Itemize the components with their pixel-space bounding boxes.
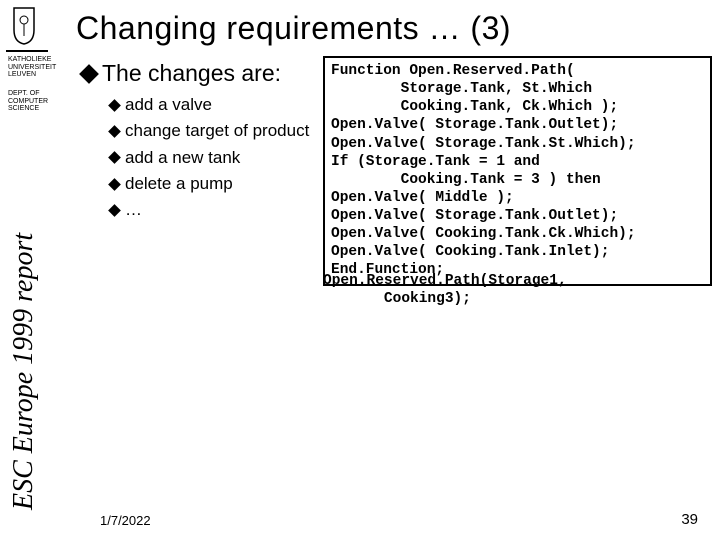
slide: Changing requirements … (3) KATHOLIEKE U… <box>0 0 720 540</box>
slide-title: Changing requirements … (3) <box>76 10 511 47</box>
list-item: … <box>110 197 309 223</box>
code-line: Function Open.Reserved.Path( <box>331 63 575 79</box>
list-item-label: … <box>125 197 142 223</box>
university-crest-icon <box>10 6 38 46</box>
code-line: Open.Valve( Cooking.Tank.Ck.Which); <box>331 226 636 242</box>
code-line: Open.Reserved.Path(Storage1, <box>323 273 567 289</box>
university-label: KATHOLIEKE UNIVERSITEIT LEUVEN <box>8 56 56 79</box>
list-item: change target of product <box>110 118 309 144</box>
diamond-bullet-icon <box>108 178 121 191</box>
code-line: If (Storage.Tank = 1 and <box>331 154 540 170</box>
list-item: delete a pump <box>110 171 309 197</box>
logo-divider <box>6 50 48 52</box>
diamond-bullet-icon <box>79 64 99 84</box>
sidebar-report-label: ESC Europe 1999 report <box>8 233 40 510</box>
diamond-bullet-icon <box>108 125 121 138</box>
footer-date: 1/7/2022 <box>100 513 151 528</box>
list-item-label: add a new tank <box>125 145 240 171</box>
department-label: DEPT. OF COMPUTER SCIENCE <box>8 90 48 113</box>
code-line: Open.Valve( Storage.Tank.Outlet); <box>331 208 618 224</box>
code-block: Function Open.Reserved.Path( Storage.Tan… <box>323 56 712 286</box>
code-line: Cooking.Tank = 3 ) then <box>331 172 601 188</box>
heading-text: The changes are: <box>102 60 281 87</box>
code-line: Open.Valve( Middle ); <box>331 190 514 206</box>
list-item-label: delete a pump <box>125 171 233 197</box>
code-line: Cooking.Tank, Ck.Which ); <box>331 99 618 115</box>
list-item-label: add a valve <box>125 92 212 118</box>
code-line: Cooking3); <box>323 291 471 307</box>
code-line: Storage.Tank, St.Which <box>331 81 592 97</box>
diamond-bullet-icon <box>108 204 121 217</box>
diamond-bullet-icon <box>108 99 121 112</box>
list-item: add a valve <box>110 92 309 118</box>
diamond-bullet-icon <box>108 151 121 164</box>
code-line: Open.Valve( Cooking.Tank.Inlet); <box>331 244 609 260</box>
main-heading: The changes are: <box>82 60 281 87</box>
code-line: Open.Valve( Storage.Tank.Outlet); <box>331 117 618 133</box>
code-line: Open.Valve( Storage.Tank.St.Which); <box>331 136 636 152</box>
list-item-label: change target of product <box>125 118 309 144</box>
footer-page-number: 39 <box>681 511 698 528</box>
code-call-block: Open.Reserved.Path(Storage1, Cooking3); <box>323 272 712 308</box>
list-item: add a new tank <box>110 145 309 171</box>
bullet-list: add a valve change target of product add… <box>110 92 309 224</box>
